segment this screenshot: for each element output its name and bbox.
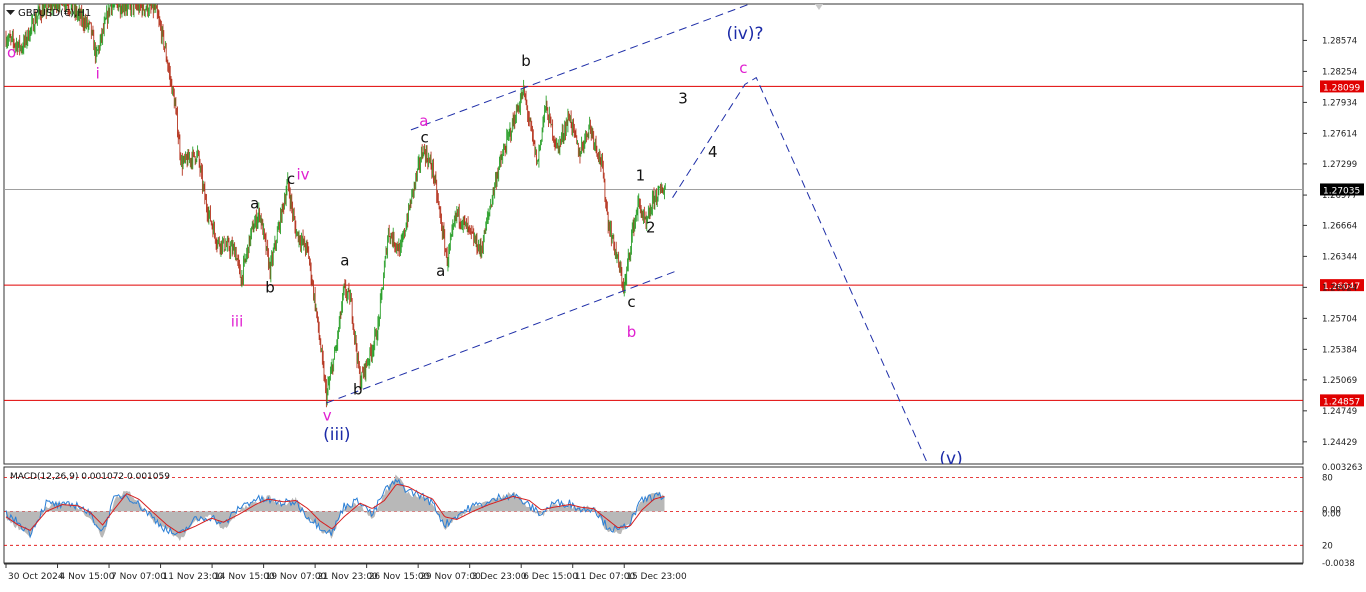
y-tick-label: 1.24429 bbox=[1322, 438, 1357, 448]
macd-title: MACD(12,26,9) 0.001072 0.001059 bbox=[10, 472, 170, 482]
chart-background bbox=[0, 0, 1366, 588]
wave-label: c bbox=[739, 59, 747, 77]
wave-label: a bbox=[436, 262, 445, 280]
wave-label: o bbox=[7, 43, 16, 61]
wave-label: a bbox=[340, 251, 349, 269]
chart-window[interactable]: o i iii iv v (iii) a b c a b a c a b 1 2 3 4 c b c (iv)? (v) 1.2… bbox=[0, 0, 1366, 588]
x-tick-label: 30 Oct 2024 bbox=[8, 572, 64, 582]
wave-label: i bbox=[96, 65, 100, 83]
wave-label: 2 bbox=[646, 219, 656, 237]
wave-label: iv bbox=[297, 165, 310, 183]
wave-label: 1 bbox=[636, 166, 646, 184]
y-tick-label: 1.27934 bbox=[1322, 98, 1357, 108]
wave-label: c bbox=[627, 293, 635, 311]
wave-label: b bbox=[521, 52, 531, 70]
wave-label: b bbox=[353, 380, 363, 398]
chart-title: GBPUSD(€),H1 bbox=[18, 8, 91, 19]
level-price-label: 1.28099 bbox=[1323, 83, 1360, 93]
x-tick-label: 6 Dec 15:00 bbox=[523, 572, 578, 582]
wave-label: b bbox=[627, 323, 637, 341]
y-tick-label: 1.24749 bbox=[1322, 407, 1357, 417]
macd-y-tick-label: 80 bbox=[1322, 473, 1333, 483]
wave-label: a bbox=[250, 194, 259, 212]
x-tick-label: 3 Dec 23:00 bbox=[472, 572, 527, 582]
y-tick-label: 1.25704 bbox=[1322, 314, 1357, 324]
y-tick-label: 1.26664 bbox=[1322, 221, 1357, 231]
wave-label: (iii) bbox=[323, 425, 350, 445]
y-tick-label: 1.26344 bbox=[1322, 252, 1357, 262]
current-price-label: 1.27035 bbox=[1323, 186, 1360, 196]
wave-label: 4 bbox=[708, 143, 718, 161]
macd-y-tick-label: 20 bbox=[1322, 541, 1333, 551]
y-tick-label: 1.27299 bbox=[1322, 160, 1357, 170]
wave-label: 3 bbox=[678, 90, 688, 108]
wave-label: c bbox=[287, 170, 295, 188]
wave-label: a bbox=[419, 112, 428, 130]
macd-y-tick-label: -0.0038 bbox=[1322, 559, 1355, 569]
wave-label: iii bbox=[231, 312, 244, 330]
y-tick-label: 1.28574 bbox=[1322, 36, 1357, 46]
wave-label: c bbox=[420, 128, 428, 146]
y-tick-label: 1.27614 bbox=[1322, 129, 1357, 139]
y-tick-label: 1.28254 bbox=[1322, 67, 1357, 77]
x-tick-label: 15 Dec 23:00 bbox=[626, 572, 687, 582]
wave-label: b bbox=[265, 279, 275, 297]
wave-label: (iv)? bbox=[726, 24, 763, 44]
y-tick-label: 1.25384 bbox=[1322, 345, 1357, 355]
y-tick-label: 1.25069 bbox=[1322, 376, 1357, 386]
wave-label: v bbox=[323, 406, 332, 424]
x-tick-label: 4 Nov 15:00 bbox=[60, 572, 115, 582]
chart-svg[interactable]: oiiiiivv(iii)abcabacab1234cbc(iv)?(v)1.2… bbox=[0, 0, 1366, 588]
macd-y-tick-label: 0.003263 bbox=[1322, 463, 1363, 473]
macd-y-tick-label: 0.00 bbox=[1322, 509, 1341, 519]
x-tick-label: 7 Nov 07:00 bbox=[111, 572, 166, 582]
y-tick-label: 1.26024 bbox=[1322, 283, 1357, 293]
